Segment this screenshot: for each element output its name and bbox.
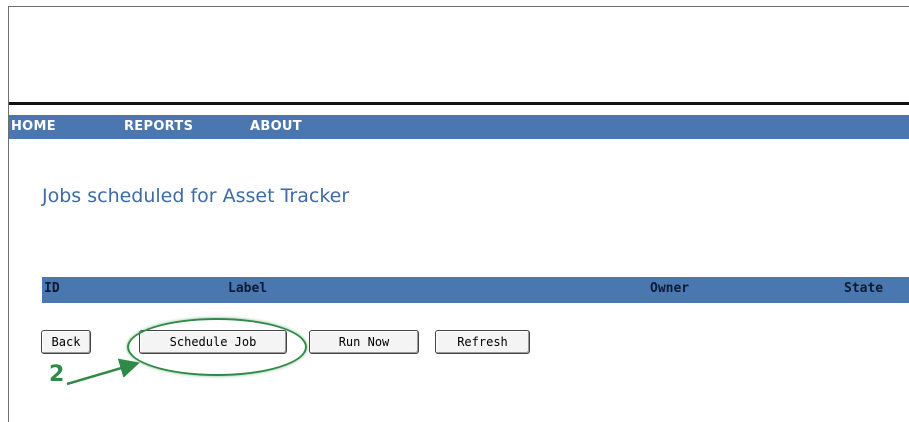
annotation-arrow: [66, 358, 140, 386]
app-frame: HOME REPORTS ABOUT Jobs scheduled for As…: [8, 6, 909, 422]
